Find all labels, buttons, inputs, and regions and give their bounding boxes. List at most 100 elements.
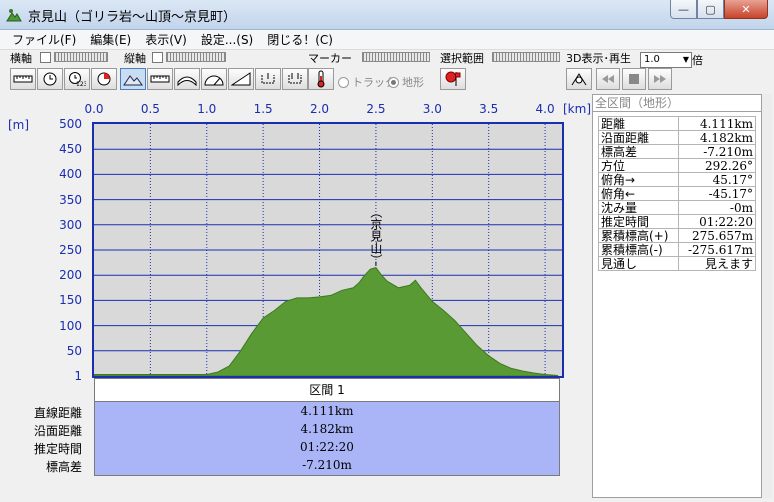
window-title: 京見山（ゴリラ岩～山頂～京見町）: [28, 10, 237, 25]
horizontal-axis-slider[interactable]: [54, 52, 108, 62]
play-forward-button[interactable]: [648, 68, 672, 90]
play-back-button[interactable]: [596, 68, 620, 90]
stats-label: 累積標高(-): [598, 242, 679, 257]
stats-value: -7.210m: [677, 144, 757, 159]
x-tick-label: 4.0: [535, 102, 555, 116]
stats-row: 標高差 -7.210m: [598, 144, 757, 159]
thermometer-icon: [317, 70, 325, 88]
flat-ruler-button[interactable]: [147, 68, 173, 90]
stats-value: 292.26°: [677, 158, 757, 173]
stop-icon: [629, 74, 639, 84]
section-value: -7.210m: [302, 458, 352, 472]
maximize-button[interactable]: ▢: [697, 0, 724, 19]
x-tick-label: 2.0: [309, 102, 330, 116]
vertical-axis-checkbox[interactable]: [152, 52, 163, 63]
protractor-icon: [204, 75, 224, 86]
stop-button[interactable]: [622, 68, 646, 90]
marker-button[interactable]: [308, 68, 334, 90]
selection-label: 選択範囲: [440, 52, 484, 65]
stats-value: 275.657m: [677, 228, 757, 243]
ruler-icon: [150, 75, 170, 83]
menu-edit[interactable]: 編集(E): [90, 31, 131, 48]
slope-button[interactable]: [228, 68, 254, 90]
x-tick-label: 3.5: [479, 102, 499, 116]
elevation-chart[interactable]: （京見山）: [94, 124, 562, 376]
marker-label: マーカー: [308, 52, 352, 65]
y-tick-label: 250: [59, 243, 82, 257]
y-tick-label: 150: [59, 293, 82, 308]
radio-terrain-circle[interactable]: [388, 76, 399, 88]
time-axis-button[interactable]: [37, 68, 63, 90]
x-tick-label: 0.0: [84, 102, 104, 116]
3d-settings-button[interactable]: [566, 68, 592, 90]
elevation-button[interactable]: [120, 68, 146, 90]
ruler-icon: [13, 75, 33, 83]
horizontal-axis-checkbox[interactable]: [40, 52, 51, 63]
menu-view[interactable]: 表示(V): [145, 31, 187, 48]
y-tick-label: 200: [59, 268, 82, 283]
stats-row: 沿面距離 4.182km: [598, 130, 757, 145]
distance-axis-button[interactable]: [10, 68, 36, 90]
radio-terrain[interactable]: 地形: [388, 74, 424, 90]
bracket-icon: [288, 73, 302, 84]
vertical-axis-label: 縦軸: [124, 52, 146, 65]
stats-row: 距離 4.111km: [598, 116, 757, 131]
selection-button[interactable]: [440, 68, 466, 90]
clock-icon: [43, 72, 57, 86]
stats-row: 沈み量 -0m: [598, 200, 757, 215]
stats-table: 距離 4.111km 沿面距離 4.182km 標高差 -7.210m 方位 292.26° 俯…: [598, 116, 757, 271]
stats-label: 俯角←: [598, 186, 679, 201]
stats-value: -0m: [677, 200, 757, 215]
speed-select[interactable]: 1.0: [640, 52, 692, 68]
fast-forward-icon: [654, 75, 666, 83]
speed-unit: 倍: [692, 54, 703, 67]
close-button[interactable]: ✕: [724, 0, 768, 19]
y-tick-label: 500: [59, 117, 82, 131]
stats-row: 累積標高(-) -275.617m: [598, 242, 757, 257]
radio-track-circle[interactable]: [338, 76, 349, 88]
section-header[interactable]: 区間 1: [94, 378, 560, 402]
menu-settings[interactable]: 設定...(S): [201, 31, 253, 48]
menu-file[interactable]: ファイル(F): [12, 31, 76, 48]
stats-row: 方位 292.26°: [598, 158, 757, 173]
settings-3d-icon: [571, 73, 587, 86]
stats-panel-title[interactable]: 全区間（地形）: [592, 94, 762, 112]
vertical-scrollbar[interactable]: [762, 94, 772, 498]
clock-red-icon: [97, 72, 111, 86]
menu-close[interactable]: 閉じる！(C): [267, 31, 333, 48]
stats-value: 見えます: [677, 256, 757, 271]
horizontal-axis-label: 横軸: [10, 52, 32, 65]
time-red-button[interactable]: [91, 68, 117, 90]
arc-angle-button[interactable]: [201, 68, 227, 90]
range-b-button[interactable]: [282, 68, 308, 90]
y-unit: [m]: [8, 118, 30, 132]
radio-terrain-label: 地形: [402, 76, 424, 89]
x-tick-label: 2.5: [366, 102, 386, 116]
window-controls: — ▢ ✕: [670, 0, 768, 20]
stats-value: 01:22:20: [677, 214, 757, 229]
arc-button[interactable]: [174, 68, 200, 90]
selection-slider[interactable]: [492, 52, 560, 62]
stats-row: 推定時間 01:22:20: [598, 214, 757, 229]
stats-label: 推定時間: [598, 214, 679, 229]
range-a-button[interactable]: [255, 68, 281, 90]
stats-row: 累積標高(+) 275.657m: [598, 228, 757, 243]
minimize-button[interactable]: —: [670, 0, 697, 19]
section-value: 4.111km: [300, 404, 354, 418]
stats-label: 見通し: [598, 256, 679, 271]
stats-value: 4.182km: [677, 130, 757, 145]
vertical-axis-slider[interactable]: [166, 52, 226, 62]
x-unit: [km]: [563, 102, 592, 116]
time-123-button[interactable]: 123: [64, 68, 90, 90]
x-tick-label: 1.5: [253, 102, 273, 116]
stats-label: 方位: [598, 158, 679, 173]
x-tick-label: 1.0: [197, 102, 217, 116]
display-3d-label: 3D表示･再生: [566, 52, 631, 65]
section-label: 標高差: [45, 460, 82, 474]
summit-annotation: （京見山）: [369, 206, 383, 266]
section-labels: 直線距離 沿面距離 推定時間 標高差: [0, 404, 82, 476]
y-tick-label: 350: [59, 192, 82, 207]
marker-slider[interactable]: [362, 52, 430, 62]
stats-row: 俯角← -45.17°: [598, 186, 757, 201]
slope-icon: [231, 72, 251, 86]
